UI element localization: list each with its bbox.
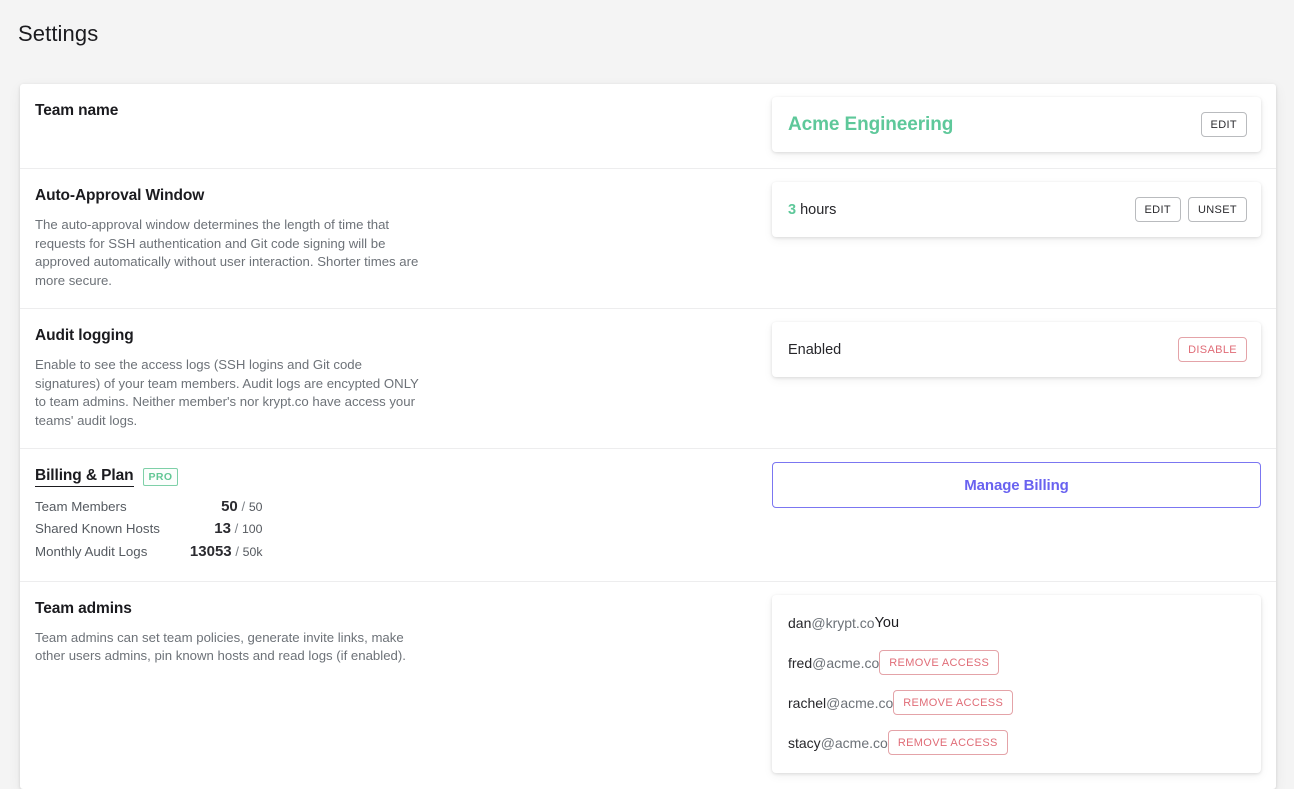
section-heading-team-admins: Team admins [35, 599, 132, 617]
section-auto-approval-info: Auto-Approval Window The auto-approval w… [20, 169, 772, 308]
usage-current: 50 [221, 498, 238, 515]
section-audit-logging-control: Enabled DISABLE [772, 309, 1276, 393]
usage-label: Team Members [35, 499, 127, 514]
admin-email: fred@acme.co [788, 655, 879, 671]
section-description-team-admins: Team admins can set team policies, gener… [35, 629, 406, 664]
section-team-admins: Team admins Team admins can set team pol… [20, 582, 1276, 789]
usage-value: 13053 / 50k [190, 541, 263, 563]
admin-email: dan@krypt.co [788, 615, 875, 631]
auto-approval-unit: hours [800, 201, 837, 218]
usage-current: 13053 [189, 542, 232, 560]
edit-auto-approval-button[interactable]: EDIT [1134, 197, 1181, 222]
usage-label: Monthly Audit Logs [35, 543, 148, 559]
section-heading-auto-approval: Auto-Approval Window [35, 187, 205, 204]
plan-badge: PRO [142, 467, 179, 487]
remove-access-button[interactable]: REMOVE ACCESS [879, 650, 1000, 676]
section-heading-audit-logging: Audit logging [35, 327, 134, 344]
list-item: fred@acme.co REMOVE ACCESS [788, 643, 1247, 683]
usage-value: 50 / 50 [190, 496, 263, 518]
section-team-admins-control: dan@krypt.co You fred@acme.co REMOVE ACC… [772, 582, 1276, 789]
billing-plan-link[interactable]: Billing & Plan [35, 467, 134, 487]
admin-email: stacy@acme.co [788, 735, 888, 751]
admin-username: rachel [788, 694, 827, 711]
list-item: dan@krypt.co You [788, 603, 1247, 643]
admin-username: stacy [788, 734, 821, 751]
usage-separator: / [234, 521, 239, 537]
auto-approval-value: 3 hours [788, 202, 836, 218]
admin-domain: @acme.co [812, 654, 880, 671]
usage-row: Shared Known Hosts 13 / 100 [35, 518, 263, 540]
usage-value: 13 / 100 [190, 518, 263, 540]
audit-logging-status: Enabled [788, 341, 842, 358]
unset-auto-approval-button[interactable]: UNSET [1187, 197, 1247, 222]
admin-domain: @acme.co [826, 694, 894, 711]
usage-separator: / [235, 543, 239, 559]
section-description-audit-logging: Enable to see the access logs (SSH login… [35, 357, 419, 428]
section-billing-info: Billing & Plan PRO Team Members 50 / 50 … [20, 449, 772, 581]
usage-row: Monthly Audit Logs 13053 / 50k [35, 541, 263, 563]
team-name-card: Acme Engineering EDIT [772, 97, 1261, 152]
section-billing-control: Manage Billing [772, 449, 1276, 524]
usage-separator: / [241, 499, 246, 514]
remove-access-button[interactable]: REMOVE ACCESS [893, 690, 1014, 716]
auto-approval-buttons: EDIT UNSET [1134, 197, 1247, 222]
admin-email: rachel@acme.co [788, 695, 893, 711]
section-auto-approval: Auto-Approval Window The auto-approval w… [20, 169, 1276, 309]
admin-domain: @acme.co [820, 734, 888, 751]
usage-limit: 50k [242, 544, 263, 559]
section-team-admins-info: Team admins Team admins can set team pol… [20, 582, 772, 684]
settings-panel: Team name Acme Engineering EDIT Auto-App… [20, 84, 1276, 789]
usage-current: 13 [214, 520, 231, 538]
billing-header: Billing & Plan PRO [35, 467, 772, 487]
usage-limit: 100 [241, 522, 263, 537]
auto-approval-number: 3 [788, 201, 797, 218]
admin-username: fred [788, 654, 813, 671]
usage-table: Team Members 50 / 50 Shared Known Hosts … [35, 496, 263, 563]
section-team-name-info: Team name [20, 84, 772, 138]
section-billing: Billing & Plan PRO Team Members 50 / 50 … [20, 449, 1276, 582]
section-audit-logging: Audit logging Enable to see the access l… [20, 309, 1276, 449]
auto-approval-card: 3 hours EDIT UNSET [772, 182, 1261, 237]
page-title: Settings [18, 21, 99, 46]
team-name-value: Acme Engineering [788, 113, 954, 135]
admin-username: dan [788, 614, 812, 631]
disable-audit-logging-button[interactable]: DISABLE [1178, 337, 1247, 362]
current-user-label: You [874, 614, 900, 631]
usage-row: Team Members 50 / 50 [35, 496, 263, 518]
section-heading-team-name: Team name [35, 102, 119, 119]
audit-logging-card: Enabled DISABLE [772, 322, 1261, 377]
section-team-name: Team name Acme Engineering EDIT [20, 84, 1276, 169]
section-auto-approval-control: 3 hours EDIT UNSET [772, 169, 1276, 253]
usage-table-body: Team Members 50 / 50 Shared Known Hosts … [35, 496, 263, 563]
section-team-name-control: Acme Engineering EDIT [772, 84, 1276, 168]
remove-access-button[interactable]: REMOVE ACCESS [887, 730, 1008, 756]
list-item: rachel@acme.co REMOVE ACCESS [788, 683, 1247, 723]
section-description-auto-approval: The auto-approval window determines the … [35, 217, 419, 288]
list-item: stacy@acme.co REMOVE ACCESS [788, 723, 1247, 763]
usage-limit: 50 [248, 500, 263, 514]
section-audit-logging-info: Audit logging Enable to see the access l… [20, 309, 772, 448]
admin-domain: @krypt.co [811, 614, 875, 631]
edit-team-name-button[interactable]: EDIT [1200, 112, 1247, 137]
manage-billing-button[interactable]: Manage Billing [772, 462, 1261, 508]
usage-label: Shared Known Hosts [35, 521, 160, 537]
team-admins-list: dan@krypt.co You fred@acme.co REMOVE ACC… [772, 594, 1261, 773]
